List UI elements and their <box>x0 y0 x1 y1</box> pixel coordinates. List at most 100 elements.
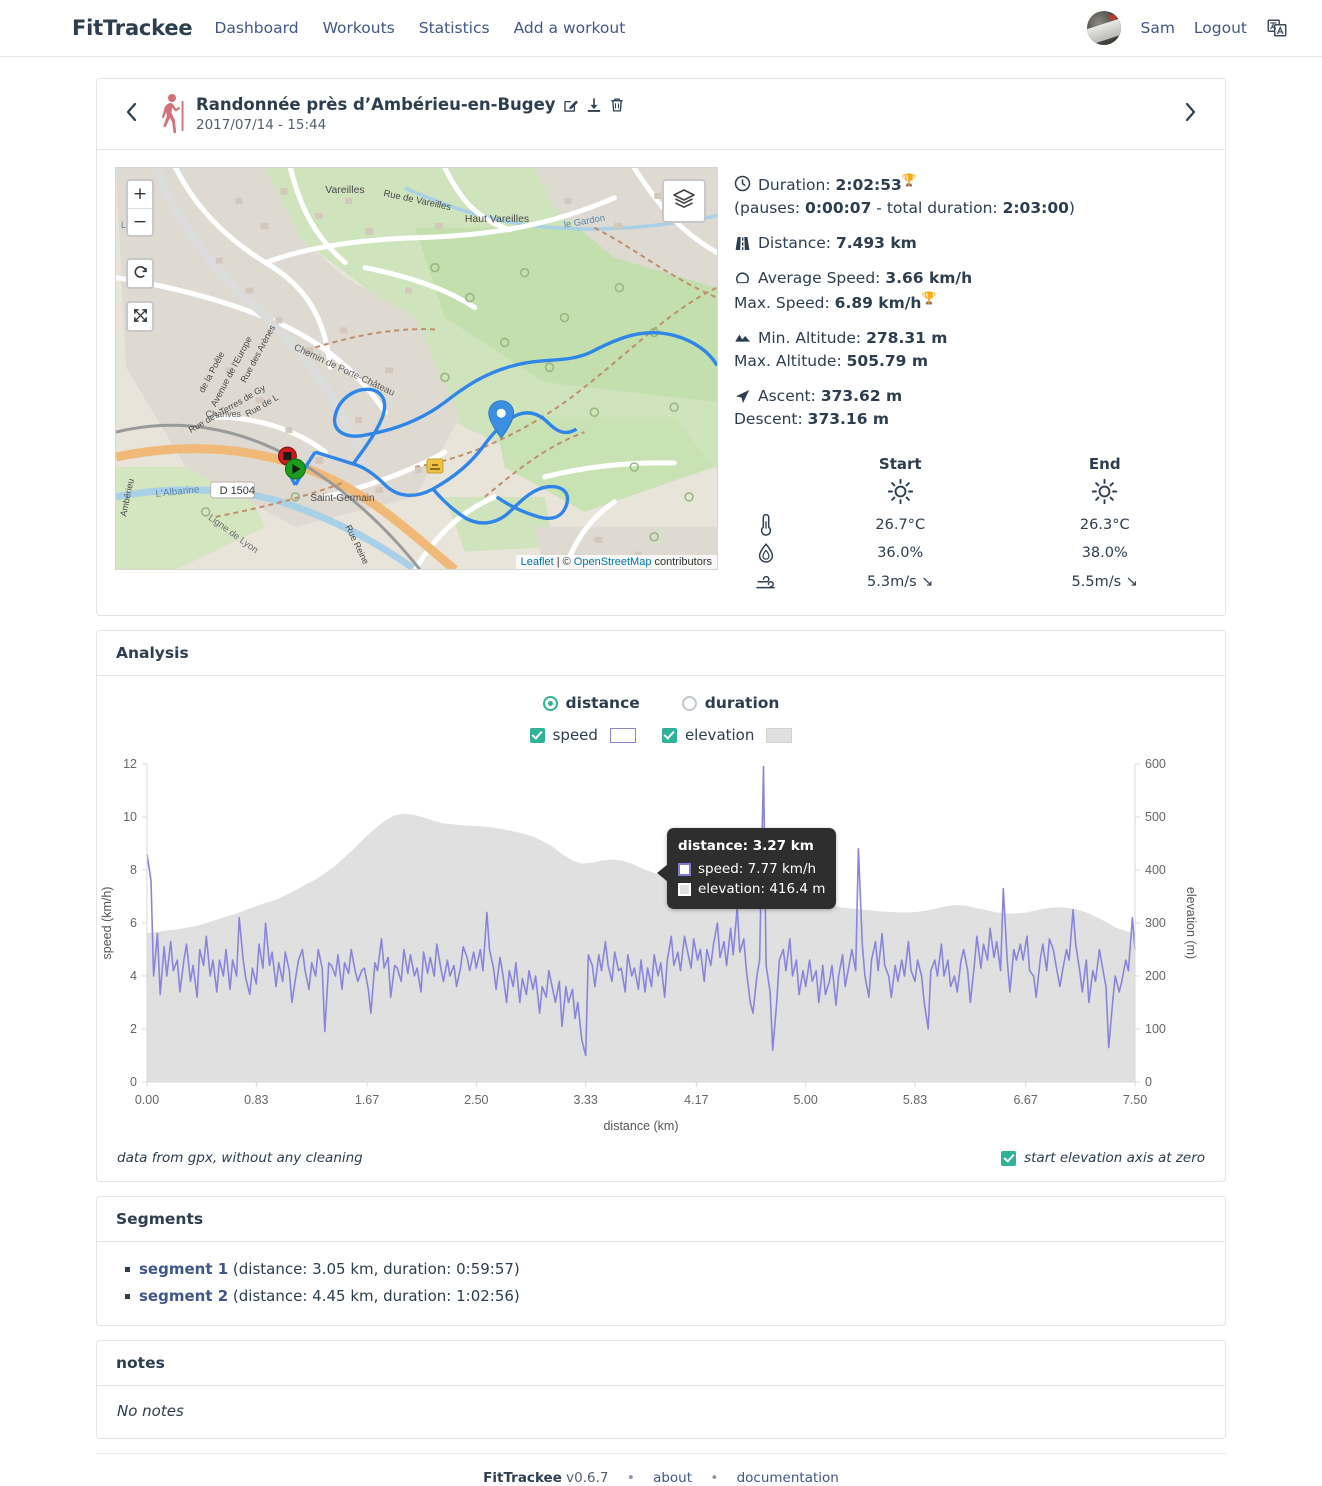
svg-text:500: 500 <box>1145 810 1166 824</box>
weather-end-condition <box>1003 478 1208 511</box>
road-icon <box>734 235 751 252</box>
max-speed-row: Max. Speed: 6.89 km/h🏆 <box>734 290 1207 314</box>
segment-link-2[interactable]: segment 2 <box>139 1287 228 1305</box>
distance-value: 7.493 km <box>835 234 917 253</box>
weather-start-temp: 26.7°C <box>875 516 926 533</box>
navigation-arrow-icon <box>734 388 751 405</box>
radio-duration-label: duration <box>704 694 780 713</box>
chevron-right-icon[interactable] <box>1174 102 1207 127</box>
distance-row: Distance: 7.493 km <box>734 232 1207 254</box>
tooltip-title: distance: 3.27 km <box>678 838 814 855</box>
checkbox-speed-indicator[interactable] <box>529 727 545 743</box>
avatar[interactable] <box>1087 11 1122 45</box>
download-icon[interactable] <box>586 97 602 113</box>
nav-item-add-workout[interactable]: Add a workout <box>514 19 626 37</box>
radio-distance[interactable]: distance <box>542 694 640 712</box>
svg-text:200: 200 <box>1145 969 1166 983</box>
nav-right-group: Sam Logout <box>1087 11 1288 45</box>
svg-text:5.00: 5.00 <box>793 1093 817 1107</box>
workout-title-block: Randonnée près d’Ambérieu-en-Bugey 2017/… <box>196 95 1174 133</box>
weather-end-wind-value: 5.5m/s <box>1071 573 1122 590</box>
checkbox-speed-label: speed <box>552 726 598 745</box>
radio-duration-indicator[interactable] <box>681 695 697 711</box>
svg-text:2: 2 <box>130 1022 137 1036</box>
sun-icon <box>1091 478 1118 511</box>
attrib-contributors: contributors <box>654 556 712 568</box>
map-layers-button[interactable] <box>662 179 706 223</box>
trash-icon[interactable] <box>609 97 625 113</box>
wind-direction-icon: ↘ <box>1125 573 1138 590</box>
workout-body: Vareilles Rue de Vareilles Haut Vareille… <box>97 150 1225 615</box>
fullscreen-icon[interactable] <box>128 303 152 330</box>
workout-map[interactable]: Vareilles Rue de Vareilles Haut Vareille… <box>115 167 718 570</box>
svg-text:Vareilles: Vareilles <box>325 185 364 196</box>
notes-card: notes No notes <box>96 1340 1226 1440</box>
chart-svg[interactable]: 0 2 4 6 8 10 12 0 100 200 300 400 500 600 0.00 0.83 1.67… <box>97 752 1322 1147</box>
footer-documentation-link[interactable]: documentation <box>737 1470 839 1486</box>
map-zoom-in-button[interactable]: + <box>128 181 152 208</box>
checkbox-zero-elevation-indicator[interactable] <box>1001 1150 1017 1166</box>
map-zoom-out-button[interactable]: − <box>128 208 152 235</box>
svg-text:0: 0 <box>130 1075 137 1089</box>
page-title: Randonnée près d’Ambérieu-en-Bugey <box>196 95 556 114</box>
weather-start-condition <box>798 478 1003 511</box>
weather-start-wind: 5.3m/s ↘ <box>798 568 1003 597</box>
radio-distance-indicator[interactable] <box>542 695 558 711</box>
language-switch-icon[interactable] <box>1266 17 1288 39</box>
chevron-left-icon[interactable] <box>115 102 148 127</box>
notes-body: No notes <box>117 1402 184 1421</box>
pauses-value: 0:00:07 <box>805 199 872 218</box>
checkbox-elevation[interactable]: elevation <box>661 726 793 744</box>
wind-direction-icon: ↘ <box>921 573 934 590</box>
map-reset-button[interactable] <box>126 258 154 289</box>
map-zoom-controls[interactable]: + − <box>126 179 154 237</box>
tooltip-speed-text: speed: 7.77 km/h <box>698 860 817 877</box>
layers-icon <box>672 187 696 215</box>
checkbox-speed[interactable]: speed <box>529 726 636 745</box>
checkbox-elevation-indicator[interactable] <box>661 727 677 743</box>
edit-icon[interactable] <box>563 97 579 113</box>
workout-chart[interactable]: 0 2 4 6 8 10 12 0 100 200 300 400 500 600 0.00 0.83 1.67… <box>97 744 1225 1144</box>
svg-text:3.33: 3.33 <box>574 1093 598 1107</box>
page-content: Randonnée près d’Ambérieu-en-Bugey 2017/… <box>0 57 1322 1440</box>
leaflet-link[interactable]: Leaflet <box>521 556 554 568</box>
max-altitude-label: Max. Altitude: <box>734 352 842 371</box>
chart-note: data from gpx, without any cleaning <box>117 1150 363 1167</box>
nav-item-statistics[interactable]: Statistics <box>419 19 490 37</box>
logout-button[interactable]: Logout <box>1194 19 1247 37</box>
weather-end-wind: 5.5m/s ↘ <box>1003 568 1208 597</box>
nav-user-name[interactable]: Sam <box>1140 19 1174 37</box>
pauses-prefix: (pauses: <box>734 199 806 218</box>
sun-icon <box>887 478 914 511</box>
svg-text:Saint-Germain: Saint-Germain <box>310 493 374 504</box>
footer-about-link[interactable]: about <box>653 1470 692 1486</box>
map-fullscreen-button[interactable] <box>126 301 154 332</box>
min-altitude-value: 278.31 m <box>866 329 948 348</box>
max-speed-value: 6.89 km/h <box>834 294 922 313</box>
humidity-drop-icon <box>734 541 798 565</box>
tooltip-arrow <box>657 864 668 883</box>
tooltip-elevation-text: elevation: 416.4 m <box>698 881 826 898</box>
average-speed-value: 3.66 km/h <box>885 269 973 288</box>
analysis-card: Analysis distance duration speed elevati… <box>96 630 1226 1183</box>
svg-text:400: 400 <box>1145 863 1166 877</box>
nav-item-workouts[interactable]: Workouts <box>323 19 395 37</box>
segment-link-1[interactable]: segment 1 <box>139 1260 228 1278</box>
radio-duration[interactable]: duration <box>681 694 780 713</box>
checkbox-zero-elevation-axis[interactable]: start elevation axis at zero <box>1001 1150 1205 1166</box>
osm-link[interactable]: OpenStreetMap <box>574 556 652 568</box>
svg-text:0.83: 0.83 <box>244 1093 268 1107</box>
ascent-group: Ascent: 373.62 m Descent: 373.16 m <box>734 385 1207 430</box>
main-nav: Dashboard Workouts Statistics Add a work… <box>214 19 625 37</box>
speedometer-icon <box>734 270 751 287</box>
nav-item-dashboard[interactable]: Dashboard <box>214 19 298 37</box>
app-brand[interactable]: FitTrackee <box>72 16 193 40</box>
refresh-icon[interactable] <box>128 260 152 287</box>
workout-date: 2017/07/14 - 15:44 <box>196 117 327 133</box>
segments-heading: Segments <box>97 1197 1225 1243</box>
attrib-sep: | <box>556 556 560 568</box>
segments-list: segment 1 (distance: 3.05 km, duration: … <box>117 1260 1205 1305</box>
checkbox-zero-elevation-label: start elevation axis at zero <box>1024 1150 1205 1167</box>
speed-color-swatch <box>609 727 636 743</box>
notes-heading: notes <box>97 1341 1225 1387</box>
